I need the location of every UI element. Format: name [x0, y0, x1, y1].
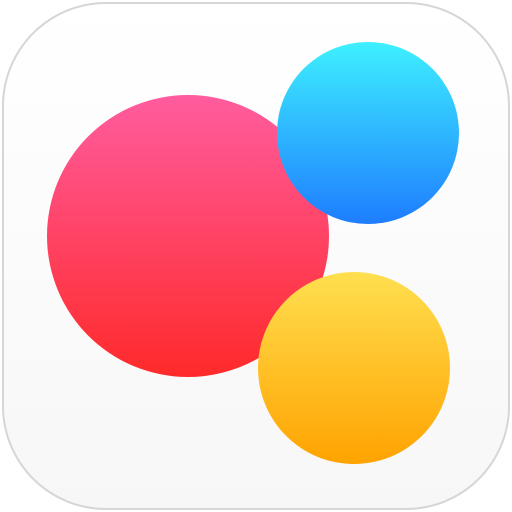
- yellow-bubble-icon: [258, 272, 450, 464]
- icon-canvas: [0, 0, 512, 512]
- blue-bubble-icon: [277, 42, 459, 224]
- game-center-app-icon[interactable]: [2, 2, 510, 510]
